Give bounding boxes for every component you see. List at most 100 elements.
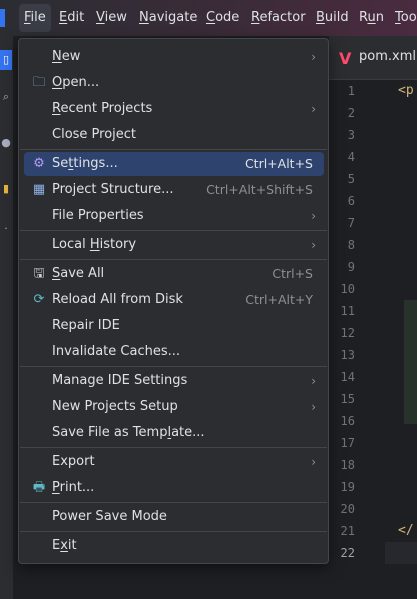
menu-view-mnemonic: V [96, 10, 105, 25]
menu-build[interactable]: Build [316, 0, 349, 36]
label-part: istory [99, 237, 137, 252]
menu-item-close-project[interactable]: Close Project [24, 123, 324, 147]
chevron-right-icon: › [311, 455, 316, 469]
menu-item-exit[interactable]: Exit [24, 534, 324, 558]
label-mnemonic: H [89, 237, 100, 252]
label-part: Se [52, 156, 69, 171]
menu-navigate-rest: avigate [148, 10, 198, 25]
label-mnemonic: P [52, 480, 60, 495]
menu-file-rest: ile [30, 10, 46, 25]
menu-item-label: Project Structure... [52, 178, 173, 202]
menu-item-save-file-as-template[interactable]: Save File as Template... [24, 421, 324, 445]
menu-item-reload-all[interactable]: ⟳ Reload All from Disk Ctrl+Alt+Y [24, 288, 324, 312]
label-mnemonic: N [52, 49, 62, 64]
menu-item-new-projects-setup[interactable]: New Projects Setup › [24, 395, 324, 419]
line-number: 19 [340, 480, 355, 494]
menu-code[interactable]: Code [206, 0, 239, 36]
gear-icon: ⚙ [33, 156, 45, 171]
editor-tab-bar: V pom.xml [329, 36, 417, 80]
menu-item-label: Save File as Template... [52, 421, 205, 445]
menu-item-label: Open... [52, 71, 99, 95]
menu-item-settings[interactable]: ⚙ Settings... Ctrl+Alt+S [24, 152, 324, 176]
menu-item-recent-projects[interactable]: Recent Projects › [24, 97, 324, 121]
menu-item-label: Close Project [52, 123, 136, 147]
label-part: ject [112, 127, 137, 142]
reload-icon: ⟳ [33, 292, 45, 307]
search-tool-icon[interactable]: ⌕ [0, 90, 12, 104]
menu-item-print[interactable]: 🖶 Print... [24, 476, 324, 500]
menu-navigate[interactable]: Navigate [139, 0, 197, 36]
line-number: 9 [347, 260, 355, 274]
menu-item-power-save-mode[interactable]: Power Save Mode [24, 505, 324, 529]
label-part: Reload All from Disk [52, 292, 183, 307]
menu-separator [20, 502, 327, 503]
menu-separator [20, 230, 327, 231]
line-number: 1 [347, 84, 355, 98]
label-part: ew [61, 49, 81, 64]
line-number: 15 [340, 392, 355, 406]
commit-tool-icon[interactable]: ● [0, 136, 12, 150]
label-part: ate... [171, 425, 205, 440]
shortcut-label: Ctrl+Alt+Y [245, 292, 313, 307]
menu-view[interactable]: View [96, 0, 127, 36]
label-mnemonic: x [60, 538, 68, 553]
menu-code-rest: ode [215, 10, 240, 25]
line-number: 22 [340, 546, 355, 560]
label-part: Save File as Temp [52, 425, 168, 440]
menu-view-rest: iew [104, 10, 127, 25]
tab-pom-xml[interactable]: pom.xml [359, 49, 416, 64]
menu-item-invalidate-caches[interactable]: Invalidate Caches... [24, 340, 324, 364]
shortcut-label: Ctrl+Alt+Shift+S [206, 182, 313, 197]
menu-item-project-structure[interactable]: ▦ Project Structure... Ctrl+Alt+Shift+S [24, 178, 324, 202]
label-part: ecent Projects [60, 101, 153, 116]
menu-tools[interactable]: Too [395, 0, 417, 36]
tool-window-strip: ▯ ⌕ ● ▮ · [0, 36, 14, 599]
line-number: 14 [340, 370, 355, 384]
line-number: 12 [340, 326, 355, 340]
menu-item-repair-ide[interactable]: Repair IDE [24, 314, 324, 338]
menu-item-save-all[interactable]: 🖫 Save All Ctrl+S [24, 262, 324, 286]
line-number: 3 [347, 128, 355, 142]
main-menubar: File Edit View Navigate Code Refactor Bu… [0, 0, 417, 36]
menu-run[interactable]: Run [359, 0, 384, 36]
project-tool-icon[interactable]: ▯ [0, 50, 12, 70]
label-mnemonic: O [52, 75, 63, 90]
vue-file-icon: V [339, 49, 352, 68]
line-number: 2 [347, 106, 355, 120]
menu-item-new[interactable]: New › [24, 45, 324, 69]
line-number: 7 [347, 216, 355, 230]
menu-file[interactable]: File [19, 4, 51, 32]
label-part: New Projects Setup [52, 399, 178, 414]
menu-tools-rest: oo [400, 10, 417, 25]
menu-item-label: Power Save Mode [52, 505, 167, 529]
label-part: Export [52, 454, 95, 469]
menu-item-label: Save All [52, 262, 104, 286]
menu-edit-rest: dit [67, 10, 85, 25]
line-number-gutter: 1 2 3 4 5 6 7 8 9 10 11 12 13 14 15 16 17 18 19 20 21 22 [329, 80, 385, 599]
chevron-right-icon: › [311, 238, 316, 252]
more-tools-icon[interactable]: · [0, 222, 12, 236]
chevron-right-icon: › [311, 209, 316, 223]
label-part: Close Pro [52, 127, 113, 142]
label-part: Repair IDE [52, 318, 120, 333]
menu-item-file-properties[interactable]: File Properties › [24, 204, 324, 228]
line-number: 8 [347, 238, 355, 252]
structure-tool-icon[interactable]: ▮ [0, 182, 12, 196]
label-part: Local [52, 237, 90, 252]
menu-edit[interactable]: Edit [59, 0, 84, 36]
menu-item-open[interactable]: 🗀 Open... [24, 71, 324, 95]
menu-item-label: Export [52, 450, 95, 474]
menu-build-mnemonic: B [316, 10, 325, 25]
menu-code-mnemonic: C [206, 10, 216, 25]
line-number: 17 [340, 436, 355, 450]
folder-icon: 🗀 [32, 75, 46, 90]
menu-item-local-history[interactable]: Local History › [24, 233, 324, 257]
menu-item-export[interactable]: Export › [24, 450, 324, 474]
printer-icon: 🖶 [32, 480, 46, 495]
menu-refactor[interactable]: Refactor [251, 0, 306, 36]
label-part: pen... [62, 75, 100, 90]
line-number: 20 [340, 502, 355, 516]
menu-refactor-rest: efactor [259, 10, 306, 25]
line-number: 6 [347, 194, 355, 208]
menu-item-manage-ide-settings[interactable]: Manage IDE Settings › [24, 369, 324, 393]
